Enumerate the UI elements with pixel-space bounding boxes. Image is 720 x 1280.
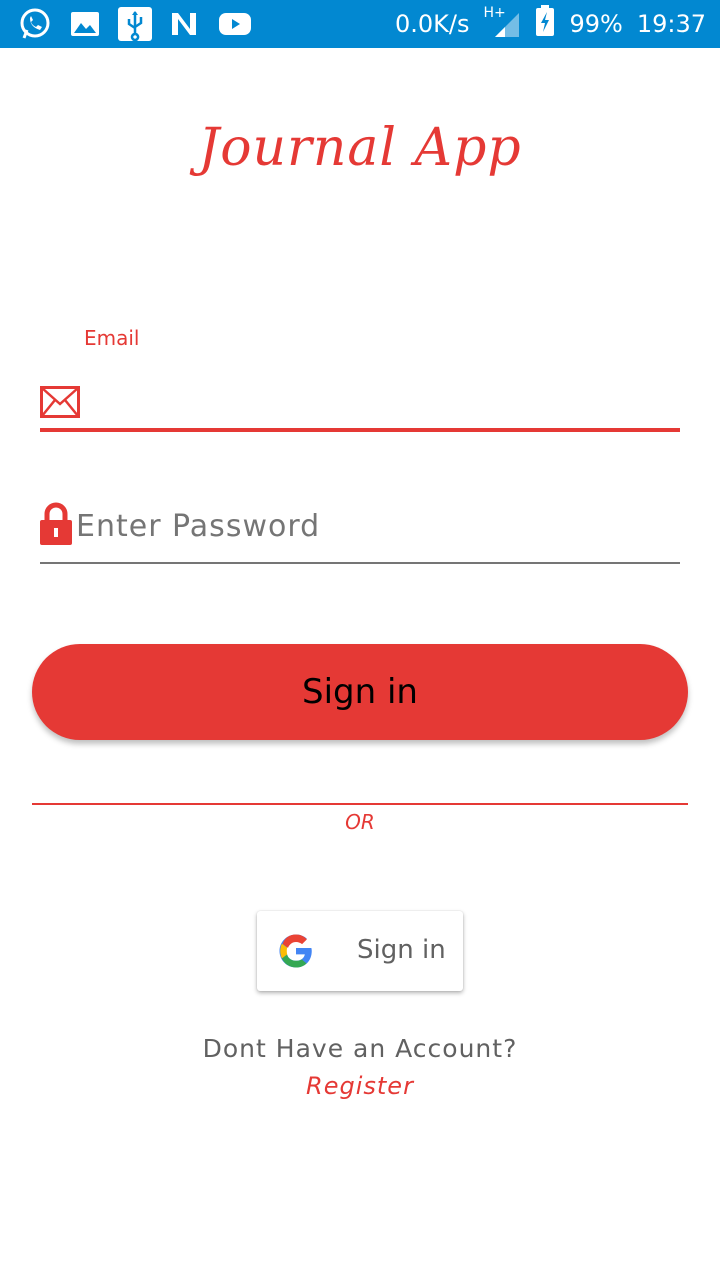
status-bar: 0.0K/s H+ 99% 19:37	[0, 0, 720, 48]
clock: 19:37	[636, 10, 706, 38]
notification-icons	[18, 6, 252, 42]
no-account-text: Dont Have an Account?	[202, 1034, 518, 1063]
register-link[interactable]: Register	[0, 1072, 720, 1100]
gallery-icon	[68, 7, 102, 41]
n-app-icon	[168, 7, 202, 41]
google-sign-in-label: Sign in	[357, 935, 446, 965]
battery-icon	[535, 5, 555, 43]
or-label: OR	[345, 810, 375, 834]
status-indicators: 0.0K/s H+ 99% 19:37	[395, 0, 706, 48]
signal-icon: H+	[483, 5, 521, 39]
envelope-icon	[40, 386, 80, 418]
battery-level: 99%	[569, 10, 623, 38]
usb-icon	[118, 7, 152, 41]
password-underline	[40, 562, 680, 564]
sign-in-button[interactable]: Sign in	[32, 644, 688, 740]
email-underline	[40, 428, 680, 432]
email-field[interactable]	[84, 380, 680, 426]
google-icon	[278, 933, 314, 969]
password-field[interactable]	[76, 504, 676, 548]
google-sign-in-button[interactable]: Sign in	[257, 911, 463, 991]
or-divider	[32, 803, 688, 805]
net-speed: 0.0K/s	[394, 10, 470, 38]
whatsapp-icon	[18, 7, 52, 41]
email-label: Email	[84, 326, 140, 350]
app-title: Journal App	[198, 118, 522, 178]
lock-icon	[38, 502, 74, 546]
youtube-icon	[218, 7, 252, 41]
